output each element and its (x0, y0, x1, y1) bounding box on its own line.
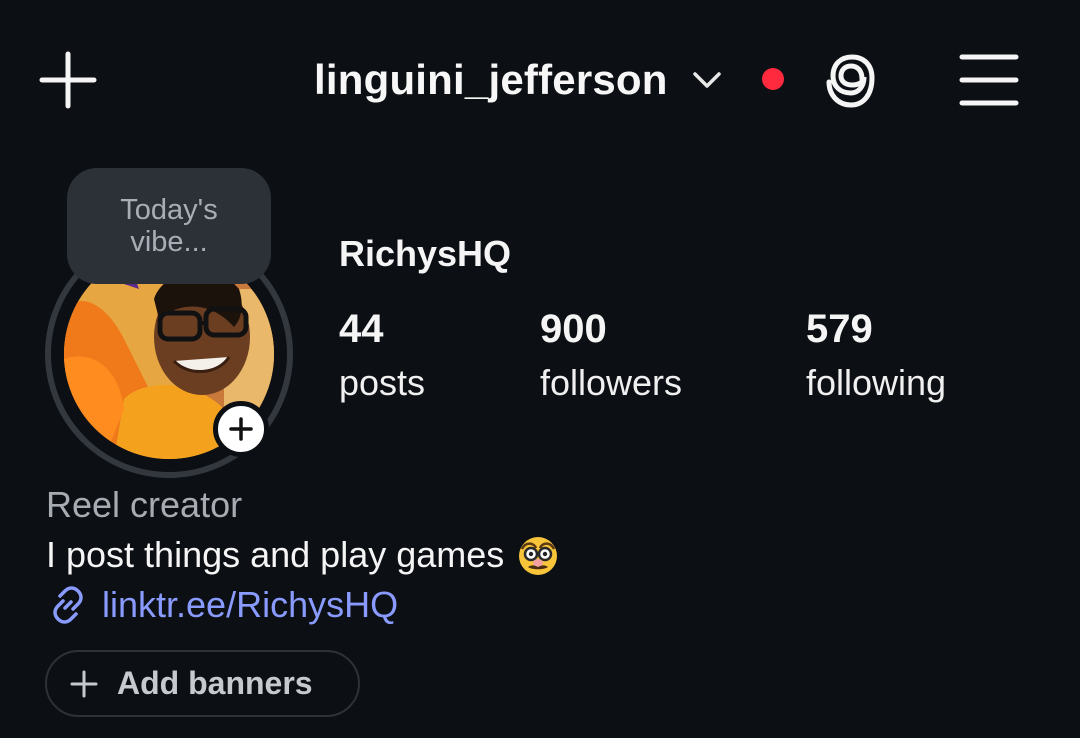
create-plus-icon[interactable] (38, 50, 98, 110)
add-story-button[interactable] (213, 401, 269, 457)
profile-link[interactable]: linktr.ee/RichysHQ (46, 583, 398, 627)
profile-category: Reel creator (46, 484, 243, 525)
plus-icon (229, 417, 253, 441)
account-switcher[interactable]: linguini_jefferson (314, 50, 722, 110)
add-banners-label: Add banners (117, 665, 313, 701)
stat-following[interactable]: 579 following (806, 306, 946, 406)
following-label: following (806, 362, 947, 403)
posts-count: 44 (339, 307, 384, 351)
stat-followers[interactable]: 900 followers (540, 306, 682, 406)
bio: I post things and play games (46, 533, 560, 577)
following-count: 579 (806, 307, 873, 351)
add-banners-button[interactable]: Add banners (45, 650, 360, 717)
note-line-2: vibe... (130, 226, 208, 258)
bio-text: I post things and play games (46, 534, 505, 575)
profile-screen: linguini_jefferson Today's vibe... Richy… (0, 0, 1080, 738)
stat-posts[interactable]: 44 posts (339, 306, 425, 406)
note-bubble[interactable]: Today's vibe... (67, 168, 271, 284)
threads-icon[interactable] (822, 50, 882, 112)
disguised-face-emoji-icon (519, 537, 558, 575)
link-text: linktr.ee/RichysHQ (102, 584, 399, 625)
hamburger-menu-icon[interactable] (958, 52, 1020, 108)
notification-dot (762, 68, 784, 90)
followers-count: 900 (540, 307, 607, 351)
display-name: RichysHQ (339, 233, 512, 274)
followers-label: followers (540, 362, 683, 403)
header-username: linguini_jefferson (314, 56, 668, 103)
chevron-down-icon (692, 72, 721, 88)
posts-label: posts (339, 362, 426, 403)
plus-icon (70, 670, 98, 697)
link-icon (53, 586, 83, 624)
note-line-1: Today's (120, 194, 218, 226)
